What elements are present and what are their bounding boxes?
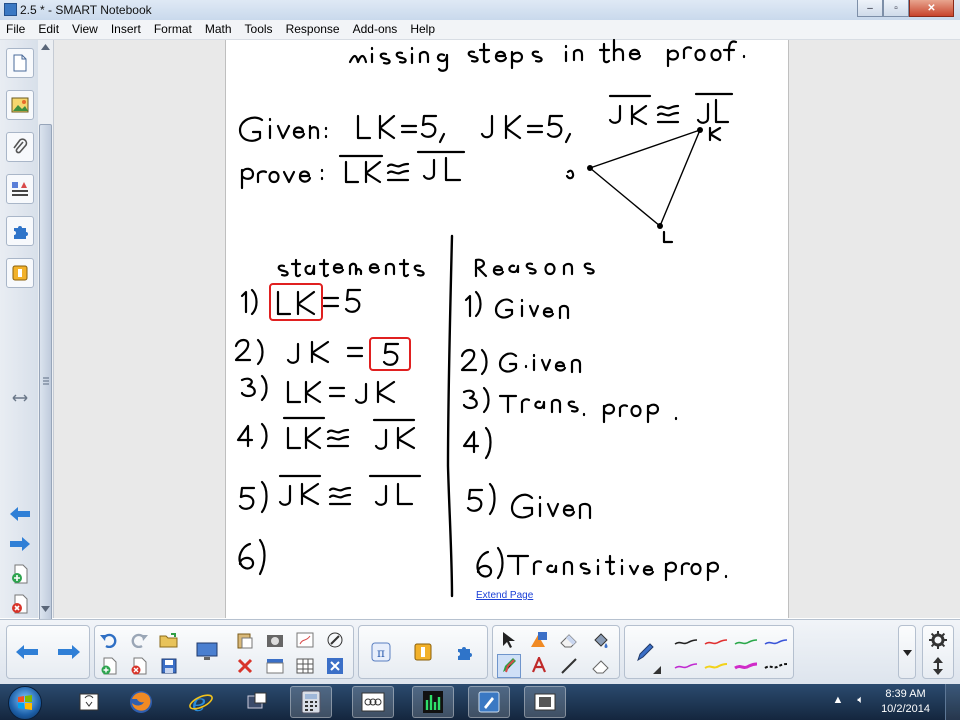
firefox-icon[interactable] — [120, 686, 162, 718]
toolbar-settings-group — [922, 625, 954, 679]
smart-tools-icon[interactable] — [236, 686, 278, 718]
screen-shade-icon[interactable] — [263, 654, 287, 678]
show-hidden-icons-button[interactable]: ▲ — [833, 694, 844, 707]
ink-reasons — [460, 290, 728, 582]
new-page-icon[interactable] — [97, 654, 121, 678]
calculator-icon[interactable] — [290, 686, 332, 718]
screen-capture-icon[interactable] — [524, 686, 566, 718]
toolbar-more-icon[interactable] — [903, 650, 912, 656]
line-tool-icon[interactable] — [557, 654, 581, 678]
ink-statements — [234, 288, 422, 576]
main-toolbar: π — [0, 619, 960, 685]
highlighter-eraser-icon[interactable] — [589, 654, 613, 678]
triangle-jkl-diagram — [565, 126, 722, 244]
clock-date: 10/2/2014 — [881, 703, 930, 715]
internet-explorer-icon[interactable]: e — [180, 686, 222, 718]
clock-time: 8:39 AM — [885, 688, 926, 700]
windows-logo-icon — [18, 695, 32, 710]
redo-icon[interactable] — [127, 628, 151, 652]
add-ons-tool-icon[interactable] — [453, 640, 477, 664]
pen-style-icon[interactable] — [633, 640, 657, 664]
save-icon[interactable] — [157, 654, 181, 678]
toolbar-expand-group — [898, 625, 916, 679]
recorder-icon[interactable] — [352, 686, 394, 718]
response-tool-icon[interactable] — [411, 640, 435, 664]
svg-text:e: e — [192, 689, 206, 715]
delete-icon[interactable] — [233, 654, 257, 678]
pen-tool-icon[interactable] — [497, 654, 521, 678]
move-toolbar-icon[interactable] — [926, 654, 950, 678]
magic-pen-icon[interactable] — [323, 628, 347, 652]
screen-capture-tool-icon[interactable] — [263, 628, 287, 652]
windows-taskbar: e ▲ 🔈︎ 8:39 AM 10/2/2014 — [0, 684, 960, 720]
start-button[interactable] — [8, 686, 42, 720]
ink-column-headers — [277, 258, 595, 278]
gear-icon[interactable] — [926, 628, 950, 652]
undo-icon[interactable] — [97, 628, 121, 652]
select-tool-icon[interactable] — [497, 628, 521, 652]
drawing-tools-group — [492, 625, 620, 679]
clear-ink-icon[interactable] — [293, 628, 317, 652]
tools-group: π — [358, 625, 488, 679]
shapes-tool-icon[interactable] — [527, 628, 551, 652]
delete-page-button-icon[interactable] — [127, 654, 151, 678]
navigation-group — [6, 625, 90, 679]
ink-prove-line — [240, 150, 466, 190]
open-file-icon[interactable] — [157, 628, 181, 652]
show-desktop-button[interactable] — [945, 684, 960, 720]
close-activity-icon[interactable] — [323, 654, 347, 678]
system-tray: ▲ 🔈︎ — [833, 694, 865, 707]
pen-properties-group — [624, 625, 794, 679]
next-page-button[interactable] — [57, 640, 81, 664]
ink-given-line — [238, 92, 734, 144]
system-clock[interactable]: 8:39 AM 10/2/2014 — [881, 687, 930, 717]
svg-text:π: π — [377, 646, 385, 660]
smart-board-icon[interactable] — [68, 686, 110, 718]
text-tool-icon[interactable] — [527, 654, 551, 678]
highlight-boxes — [269, 283, 411, 371]
extend-page-link[interactable]: Extend Page — [476, 590, 533, 601]
pen-color-swatches[interactable] — [669, 630, 789, 676]
display-screen-icon[interactable] — [195, 640, 219, 664]
handwriting-ink-layer — [234, 38, 746, 598]
previous-page-button[interactable] — [15, 640, 39, 664]
math-tools-icon[interactable]: π — [369, 640, 393, 664]
eraser-tool-icon[interactable] — [557, 628, 581, 652]
paste-icon[interactable] — [233, 628, 257, 652]
edit-group — [94, 625, 354, 679]
insert-table-icon[interactable] — [293, 654, 317, 678]
ink-top-line — [348, 38, 746, 72]
fill-tool-icon[interactable] — [589, 628, 613, 652]
audio-meter-icon[interactable] — [412, 686, 454, 718]
smart-notebook-icon[interactable] — [468, 686, 510, 718]
t-chart-divider — [446, 234, 454, 598]
volume-icon[interactable]: 🔈︎ — [857, 694, 864, 707]
pen-style-dropdown-icon[interactable] — [653, 666, 661, 674]
